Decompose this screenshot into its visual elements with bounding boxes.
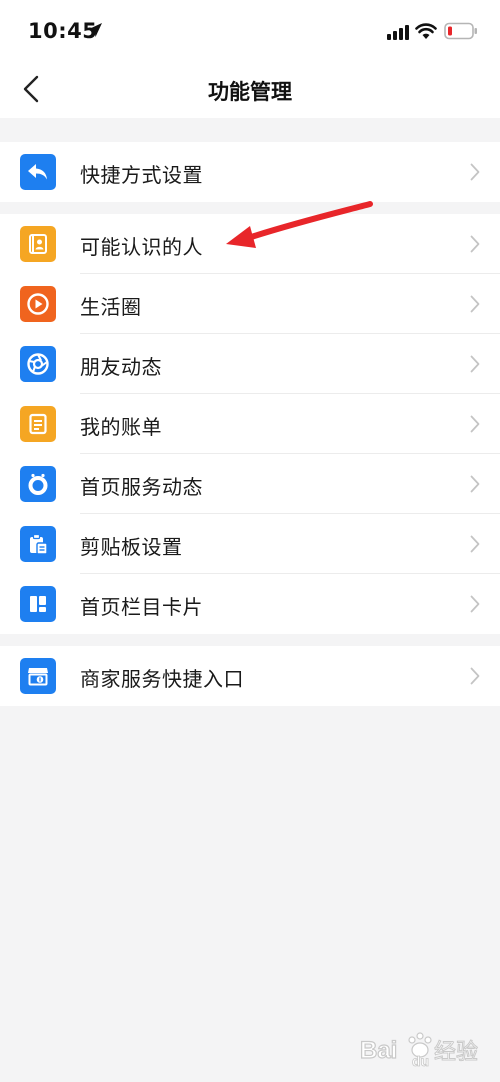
row-label: 生活圈 [80,295,142,319]
chevron-right-icon [470,235,480,253]
bill-icon [20,406,56,442]
watermark: Bai du 经验 [358,1026,488,1072]
row-label: 首页服务动态 [80,475,203,499]
play-circle-icon [20,286,56,322]
row-label: 首页栏目卡片 [80,595,203,619]
chevron-right-icon [470,295,480,313]
row-shortcut-settings[interactable]: 快捷方式设置 [0,142,500,202]
settings-group-3: 商家服务快捷入口 [0,646,500,706]
row-my-bills[interactable]: 我的账单 [0,394,500,454]
row-label: 可能认识的人 [80,235,203,259]
cellular-signal-icon [387,25,409,40]
store-icon [20,658,56,694]
reply-icon [20,154,56,190]
contacts-icon [20,226,56,262]
clipboard-icon [20,526,56,562]
watermark-logo: Bai du 经验 [359,1032,479,1069]
aperture-icon [20,346,56,382]
row-label: 我的账单 [80,415,162,439]
svg-text:Bai: Bai [360,1037,397,1064]
row-home-column-cards[interactable]: 首页栏目卡片 [0,574,500,634]
donut-icon [20,466,56,502]
layout-icon [20,586,56,622]
chevron-right-icon [470,475,480,493]
row-label: 商家服务快捷入口 [80,667,244,691]
row-label: 剪贴板设置 [80,535,183,559]
row-life-circle[interactable]: 生活圈 [0,274,500,334]
chevron-right-icon [470,415,480,433]
status-bar: 10:45 [0,0,500,62]
nav-bar: 功能管理 [0,62,500,118]
chevron-right-icon [470,595,480,613]
svg-text:经验: 经验 [434,1040,478,1065]
row-label: 朋友动态 [80,355,162,379]
settings-group-1: 快捷方式设置 [0,142,500,202]
chevron-right-icon [470,535,480,553]
battery-low-icon [444,22,477,40]
row-merchant-service-shortcut[interactable]: 商家服务快捷入口 [0,646,500,706]
svg-text:du: du [412,1053,429,1069]
row-home-service-updates[interactable]: 首页服务动态 [0,454,500,514]
page-title: 功能管理 [208,80,292,104]
annotation-arrow-icon [226,201,373,248]
wifi-icon [415,23,437,39]
location-arrow-icon [88,23,102,37]
settings-group-2: 可能认识的人 生活圈 朋友动态 我的账单 首页服务动态 剪贴板设置 首页栏目卡片 [0,214,500,634]
chevron-right-icon [470,667,480,685]
chevron-right-icon [470,163,480,181]
row-clipboard-settings[interactable]: 剪贴板设置 [0,514,500,574]
row-friend-updates[interactable]: 朋友动态 [0,334,500,394]
chevron-right-icon [470,355,480,373]
row-label: 快捷方式设置 [80,163,203,187]
